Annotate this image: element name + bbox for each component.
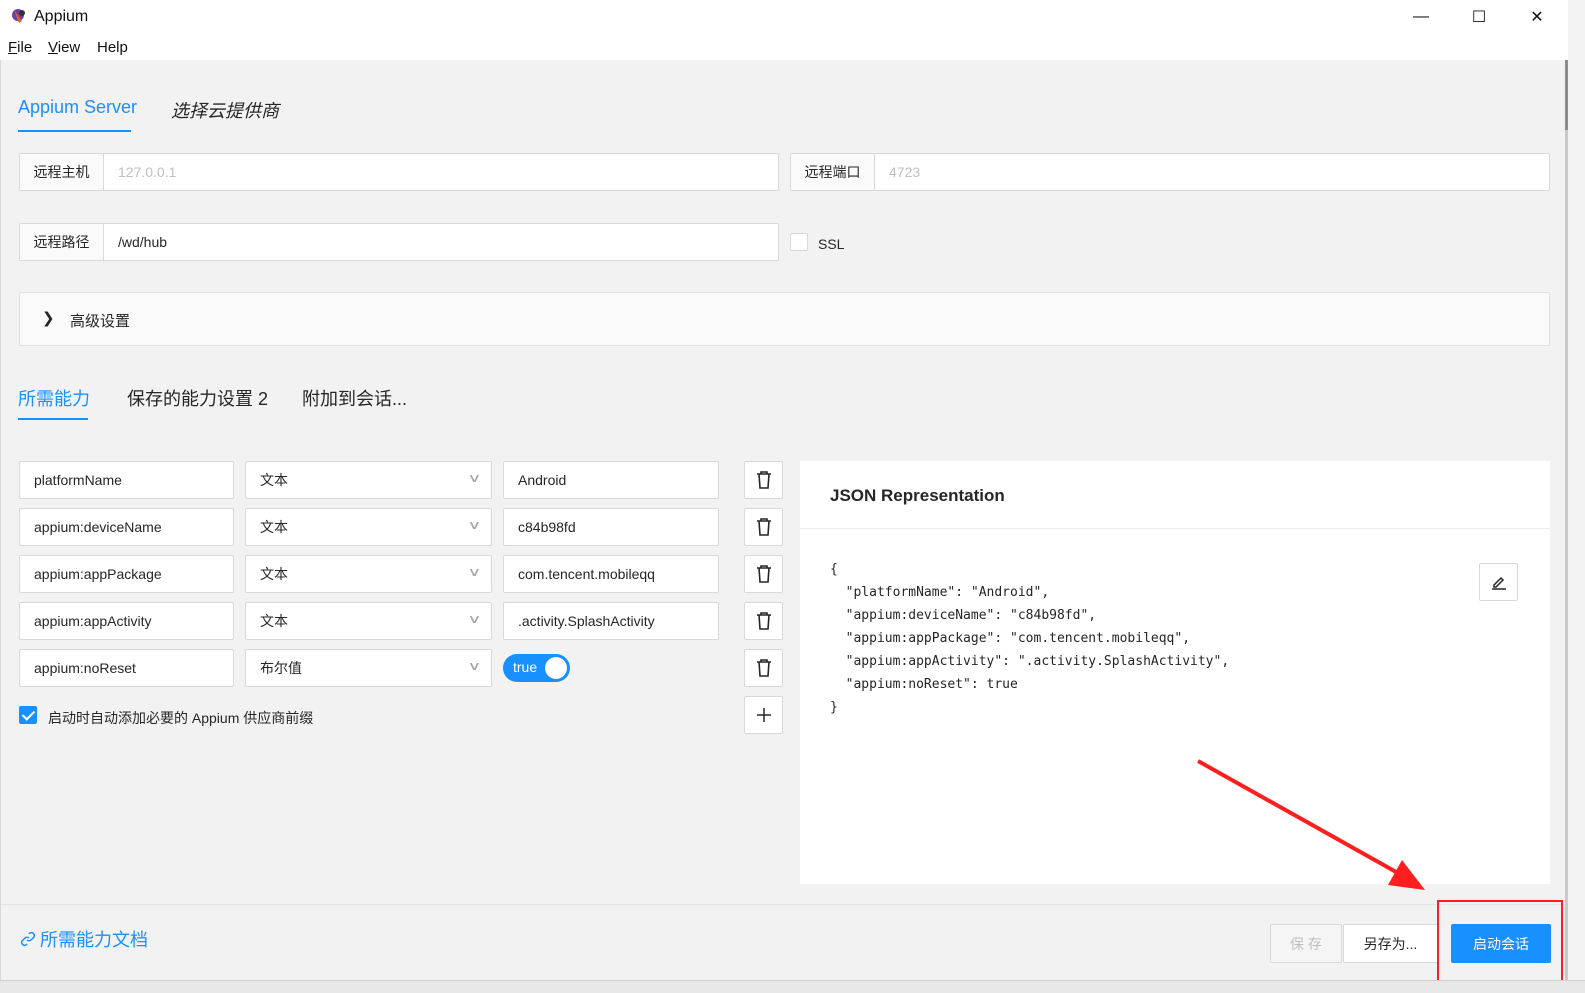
minimize-icon: — (1413, 8, 1429, 25)
annotation-highlight-box (1437, 900, 1563, 990)
json-representation-panel: JSON Representation { "platformName": "A… (800, 461, 1550, 884)
menu-file-mnemonic: F (8, 39, 18, 56)
auto-prefix-label: 启动时自动添加必要的 Appium 供应商前缀 (48, 710, 314, 726)
menu-file-label: ile (17, 39, 33, 56)
delete-capability-button[interactable] (744, 602, 783, 640)
cap-value-input[interactable]: com.tencent.mobileqq (503, 555, 719, 593)
tab-saved-capabilities[interactable]: 保存的能力设置 2 (127, 385, 268, 411)
cap-type-value: 文本 (260, 566, 288, 582)
menu-view[interactable]: View (48, 39, 80, 56)
auto-prefix-checkbox[interactable] (19, 706, 37, 724)
cap-value-input[interactable]: Android (503, 461, 719, 499)
capabilities-docs-label: 所需能力文档 (40, 930, 148, 950)
background-window-strip (0, 980, 1585, 993)
switch-label: true (513, 659, 538, 675)
cap-type-value: 布尔值 (260, 660, 302, 676)
cap-name-input[interactable]: appium:appPackage (19, 555, 234, 593)
menu-view-label: iew (57, 39, 81, 56)
capabilities-docs-link[interactable]: 所需能力文档 (20, 926, 148, 952)
ssl-label: SSL (818, 236, 845, 252)
tab-desired-capabilities[interactable]: 所需能力 (18, 385, 90, 411)
delete-capability-button[interactable] (744, 461, 783, 499)
delete-capability-button[interactable] (744, 508, 783, 546)
remote-host-label: 远程主机 (20, 154, 104, 190)
tab-attach-session[interactable]: 附加到会话... (302, 385, 407, 411)
ssl-checkbox[interactable] (790, 233, 808, 251)
chevron-down-icon: ∨ (467, 565, 482, 579)
cap-type-value: 文本 (260, 519, 288, 535)
minimize-button[interactable]: — (1392, 0, 1450, 34)
remote-port-field: 远程端口 4723 (790, 153, 1550, 191)
save-as-button[interactable]: 另存为... (1343, 924, 1438, 963)
cap-type-select[interactable]: 布尔值 ∨ (245, 649, 492, 687)
link-icon (20, 931, 36, 947)
cap-boolean-switch[interactable]: true (503, 654, 570, 682)
remote-host-field: 远程主机 127.0.0.1 (19, 153, 779, 191)
remote-path-field: 远程路径 /wd/hub (19, 223, 779, 261)
advanced-settings-label: 高级设置 (70, 313, 131, 330)
remote-path-label: 远程路径 (20, 224, 104, 260)
cap-type-select[interactable]: 文本 ∨ (245, 461, 492, 499)
cap-type-select[interactable]: 文本 ∨ (245, 602, 492, 640)
chevron-down-icon: ∨ (467, 518, 482, 532)
edit-json-button[interactable] (1479, 563, 1518, 601)
edit-icon (1491, 576, 1506, 590)
close-button[interactable]: ✕ (1508, 0, 1566, 34)
trash-icon (756, 612, 771, 630)
menu-view-mnemonic: V (48, 39, 58, 56)
appium-logo-icon (12, 9, 25, 23)
remote-host-input[interactable]: 127.0.0.1 (104, 154, 176, 190)
tab-appium-server-indicator (18, 130, 131, 132)
plus-icon (756, 708, 771, 722)
trash-icon (756, 659, 771, 677)
cap-name-input[interactable]: appium:noReset (19, 649, 234, 687)
add-capability-button[interactable] (744, 696, 783, 734)
menu-help-label: elp (107, 39, 128, 56)
menu-help-label-key: H (97, 39, 108, 56)
scrollbar-thumb[interactable] (1565, 60, 1568, 130)
chevron-down-icon: ∨ (467, 471, 482, 485)
maximize-icon: ☐ (1471, 9, 1487, 26)
scrollbar-track[interactable] (1565, 60, 1568, 980)
cap-type-value: 文本 (260, 613, 288, 629)
footer-divider (1, 904, 1565, 905)
chevron-down-icon: ∨ (467, 659, 482, 673)
cap-value-input[interactable]: c84b98fd (503, 508, 719, 546)
json-panel-header: JSON Representation (800, 461, 1550, 529)
chevron-right-icon: ❯ (42, 310, 55, 327)
delete-capability-button[interactable] (744, 555, 783, 593)
menu-file[interactable]: File (8, 39, 32, 56)
tab-cloud-provider[interactable]: 选择云提供商 (171, 97, 279, 123)
tab-desired-capabilities-indicator (18, 418, 88, 420)
advanced-settings-panel[interactable]: ❯ 高级设置 (19, 292, 1550, 346)
trash-icon (756, 518, 771, 536)
close-icon: ✕ (1530, 9, 1544, 26)
menu-bar: File View Help (0, 36, 1568, 60)
delete-capability-button[interactable] (744, 649, 783, 687)
maximize-button[interactable]: ☐ (1450, 0, 1508, 34)
cap-value-input[interactable]: .activity.SplashActivity (503, 602, 719, 640)
json-code-block: { "platformName": "Android", "appium:dev… (830, 562, 1230, 715)
title-bar: Appium — ☐ ✕ (0, 0, 1568, 36)
menu-help[interactable]: Help (97, 39, 128, 56)
cap-name-input[interactable]: appium:appActivity (19, 602, 234, 640)
cap-type-select[interactable]: 文本 ∨ (245, 508, 492, 546)
window-title: Appium (34, 8, 89, 25)
trash-icon (756, 471, 771, 489)
cap-type-select[interactable]: 文本 ∨ (245, 555, 492, 593)
remote-port-label: 远程端口 (791, 154, 875, 190)
cap-name-input[interactable]: appium:deviceName (19, 508, 234, 546)
chevron-down-icon: ∨ (467, 612, 482, 626)
tab-appium-server[interactable]: Appium Server (18, 97, 137, 118)
cap-name-input[interactable]: platformName (19, 461, 234, 499)
remote-port-input[interactable]: 4723 (875, 154, 920, 190)
switch-knob (545, 657, 567, 679)
remote-path-input[interactable]: /wd/hub (104, 224, 167, 260)
json-panel-title: JSON Representation (830, 486, 1005, 505)
save-button[interactable]: 保 存 (1270, 924, 1342, 963)
cap-type-value: 文本 (260, 472, 288, 488)
trash-icon (756, 565, 771, 583)
